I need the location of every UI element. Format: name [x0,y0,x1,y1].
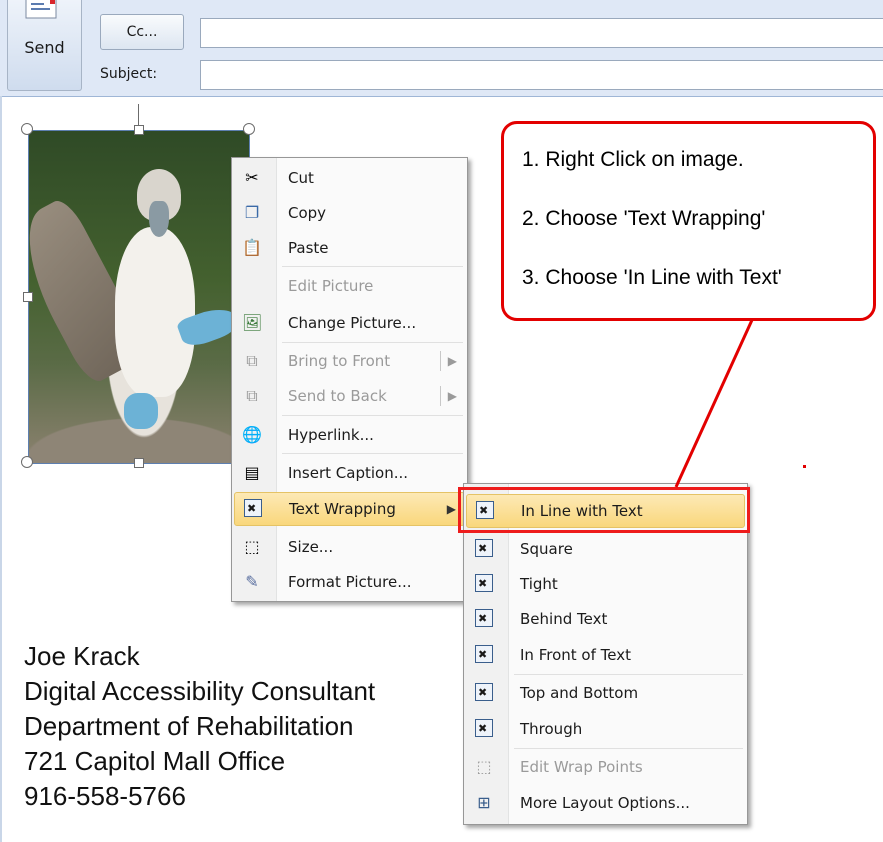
callout-step-1: 1. Right Click on image. [522,148,744,171]
signature-title: Digital Accessibility Consultant [24,676,376,706]
callout-step-2: 2. Choose 'Text Wrapping' [522,207,766,230]
signature-name: Joe Krack [24,641,140,671]
instruction-callout: 1. Right Click on image. 2. Choose 'Text… [501,121,876,321]
signature-address: 721 Capitol Mall Office [24,746,286,776]
stray-red-dot [803,465,806,468]
signature-department: Department of Rehabilitation [24,711,354,741]
signature-phone: 916-558-5766 [24,781,186,811]
callout-step-3: 3. Choose 'In Line with Text' [522,266,782,289]
